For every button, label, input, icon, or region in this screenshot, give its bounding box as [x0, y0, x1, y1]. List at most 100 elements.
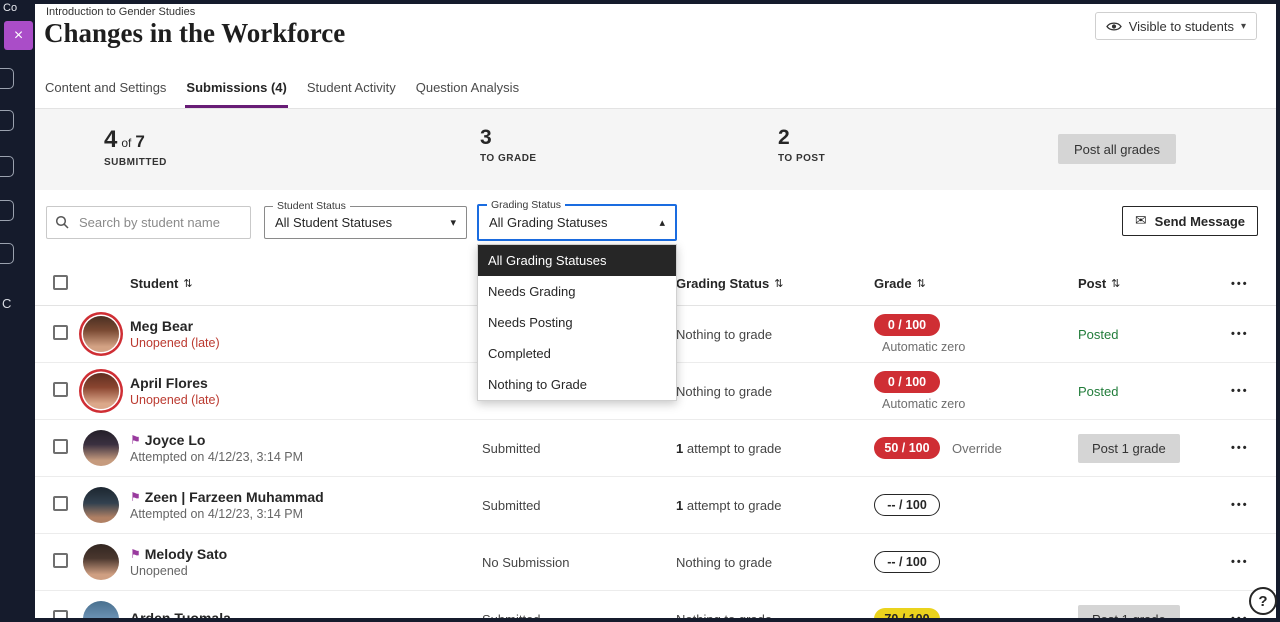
- search-icon: [55, 215, 69, 229]
- stat-to-grade: 3 TO GRADE: [480, 126, 537, 164]
- grade-cell: 70 / 100: [874, 608, 1078, 618]
- grade-pill[interactable]: -- / 100: [874, 551, 940, 573]
- grade-pill[interactable]: 0 / 100: [874, 314, 940, 336]
- menu-item-needs-grading[interactable]: Needs Grading: [478, 276, 676, 307]
- student-name[interactable]: Arden Tuomala: [130, 610, 231, 618]
- tab-bar: Content and Settings Submissions (4) Stu…: [35, 70, 1276, 109]
- accommodation-flag-icon: ⚑: [130, 490, 141, 504]
- student-status-label: Student Status: [273, 200, 350, 212]
- row-overflow-menu[interactable]: •••: [1231, 385, 1276, 397]
- close-panel-button[interactable]: ×: [4, 21, 33, 50]
- sidebar-gradebook-icon[interactable]: [0, 156, 14, 177]
- grade-note: Automatic zero: [882, 397, 1078, 411]
- row-checkbox[interactable]: [53, 496, 68, 511]
- submission-status: Submitted: [482, 498, 676, 513]
- row-checkbox[interactable]: [53, 325, 68, 340]
- sort-icon: ⇅: [183, 277, 192, 290]
- search-input[interactable]: [46, 206, 251, 239]
- post-all-grades-button[interactable]: Post all grades: [1058, 134, 1176, 164]
- visibility-label: Visible to students: [1129, 19, 1234, 34]
- student-name[interactable]: April Flores: [130, 375, 208, 391]
- student-name[interactable]: Meg Bear: [130, 318, 193, 334]
- grade-pill[interactable]: 50 / 100: [874, 437, 940, 459]
- row-overflow-menu[interactable]: •••: [1231, 556, 1276, 568]
- chevron-down-icon: ▾: [1241, 21, 1246, 32]
- sidebar-edit-icon[interactable]: [0, 200, 14, 221]
- table-overflow-menu[interactable]: •••: [1231, 278, 1276, 290]
- tab-question-analysis[interactable]: Question Analysis: [415, 80, 520, 108]
- stat-to-post: 2 TO POST: [778, 126, 825, 164]
- page-header: Introduction to Gender Studies Changes i…: [35, 4, 1276, 70]
- grading-status-menu: All Grading Statuses Needs Grading Needs…: [477, 244, 677, 401]
- student-name[interactable]: Joyce Lo: [145, 432, 206, 448]
- student-name[interactable]: Melody Sato: [145, 546, 227, 562]
- menu-item-nothing-to-grade[interactable]: Nothing to Grade: [478, 369, 676, 400]
- help-button[interactable]: ?: [1249, 587, 1277, 615]
- grading-status-value: All Grading Statuses: [489, 215, 651, 230]
- submission-status: Submitted: [482, 441, 676, 456]
- student-name[interactable]: Zeen | Farzeen Muhammad: [145, 489, 324, 505]
- row-overflow-menu[interactable]: •••: [1231, 613, 1276, 618]
- student-column-header[interactable]: Student⇅: [130, 276, 482, 291]
- close-icon: ×: [14, 27, 23, 44]
- menu-item-all-grading-statuses[interactable]: All Grading Statuses: [478, 245, 676, 276]
- posted-status: Posted: [1078, 384, 1118, 399]
- sort-icon: ⇅: [1111, 277, 1120, 290]
- avatar: [83, 373, 119, 409]
- grading-status-cell: Nothing to grade: [676, 327, 874, 342]
- row-checkbox[interactable]: [53, 610, 68, 618]
- grade-pill[interactable]: 70 / 100: [874, 608, 940, 618]
- sort-icon: ⇅: [774, 277, 783, 290]
- row-checkbox[interactable]: [53, 553, 68, 568]
- sidebar-document-icon[interactable]: [0, 68, 14, 89]
- row-checkbox[interactable]: [53, 439, 68, 454]
- student-status-line: Unopened (late): [130, 336, 482, 350]
- app-window: { "colors": { "accent_purple": "#681d76"…: [0, 0, 1280, 622]
- table-row: ⚑Melody Sato Unopened No Submission Noth…: [35, 534, 1276, 591]
- student-status-value: All Student Statuses: [275, 215, 442, 230]
- menu-item-completed[interactable]: Completed: [478, 338, 676, 369]
- envelope-icon: ✉: [1135, 213, 1147, 229]
- submitted-count: 4: [104, 126, 117, 154]
- grade-cell: 50 / 100 Override: [874, 437, 1078, 459]
- grade-pill[interactable]: 0 / 100: [874, 371, 940, 393]
- eye-icon: [1106, 21, 1122, 32]
- post-grade-button[interactable]: Post 1 grade: [1078, 605, 1180, 619]
- grading-status-select[interactable]: Grading Status All Grading Statuses ▴ Al…: [477, 204, 677, 241]
- avatar: [83, 487, 119, 523]
- override-note: Override: [952, 441, 1002, 456]
- avatar: [83, 601, 119, 618]
- row-overflow-menu[interactable]: •••: [1231, 442, 1276, 454]
- row-overflow-menu[interactable]: •••: [1231, 499, 1276, 511]
- row-overflow-menu[interactable]: •••: [1231, 328, 1276, 340]
- sidebar-roster-icon[interactable]: [0, 243, 14, 264]
- avatar: [83, 430, 119, 466]
- send-message-button[interactable]: ✉ Send Message: [1122, 206, 1258, 236]
- table-row: ⚑Zeen | Farzeen Muhammad Attempted on 4/…: [35, 477, 1276, 534]
- tab-student-activity[interactable]: Student Activity: [306, 80, 397, 108]
- menu-item-needs-posting[interactable]: Needs Posting: [478, 307, 676, 338]
- tab-content-and-settings[interactable]: Content and Settings: [44, 80, 167, 108]
- avatar: [83, 544, 119, 580]
- grade-note: Automatic zero: [882, 340, 1078, 354]
- grade-pill[interactable]: -- / 100: [874, 494, 940, 516]
- student-status-line: Unopened (late): [130, 393, 482, 407]
- row-checkbox[interactable]: [53, 382, 68, 397]
- tab-submissions[interactable]: Submissions (4): [185, 80, 287, 108]
- post-column-header[interactable]: Post⇅: [1078, 276, 1231, 291]
- breadcrumb: Introduction to Gender Studies: [46, 6, 195, 18]
- grade-column-header[interactable]: Grade⇅: [874, 276, 1078, 291]
- sidebar-analytics-icon[interactable]: [0, 110, 14, 131]
- grading-status-column-header[interactable]: Grading Status⇅: [676, 276, 874, 291]
- select-all-checkbox[interactable]: [53, 275, 68, 290]
- grading-status-cell: 1 attempt to grade: [676, 441, 874, 456]
- post-grade-button[interactable]: Post 1 grade: [1078, 434, 1180, 463]
- grade-cell: -- / 100: [874, 551, 1078, 573]
- table-row: ⚑Joyce Lo Attempted on 4/12/23, 3:14 PM …: [35, 420, 1276, 477]
- stats-band: 4 of 7 SUBMITTED 3 TO GRADE 2 TO POST Po…: [35, 109, 1276, 190]
- submitted-total: 7: [135, 132, 144, 152]
- stat-submitted: 4 of 7 SUBMITTED: [104, 126, 167, 168]
- student-status-select[interactable]: Student Status All Student Statuses ▾: [264, 206, 467, 239]
- sidebar-partial-label: Co: [3, 2, 17, 14]
- visibility-dropdown[interactable]: Visible to students ▾: [1095, 12, 1257, 40]
